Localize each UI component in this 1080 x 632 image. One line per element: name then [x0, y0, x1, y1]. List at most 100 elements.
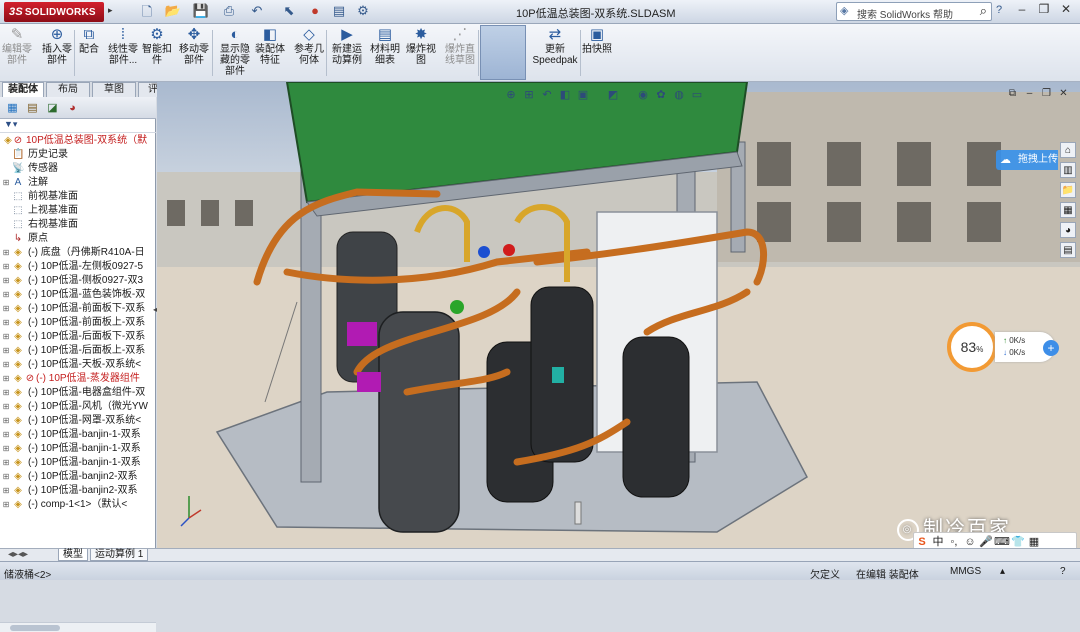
toolbox-icon[interactable]: ▦: [1026, 533, 1042, 548]
expand-icon[interactable]: ⊞: [2, 288, 10, 302]
cmd-speedpak-button[interactable]: ⇄ 更新Speedpak: [532, 26, 578, 80]
tree-item[interactable]: ⊞ ◈ (-) 10P低温-前面板下-双系: [0, 302, 156, 316]
tree-item[interactable]: ⬚ 右视基准面: [0, 218, 156, 232]
appearances-scenes-icon[interactable]: ◕: [1060, 222, 1076, 238]
net-widget-plus-icon[interactable]: +: [1043, 340, 1059, 356]
voice-icon[interactable]: 🎤: [978, 533, 994, 548]
scroll-thumb[interactable]: [10, 625, 60, 631]
expand-icon[interactable]: ⊞: [2, 302, 10, 316]
tree-item[interactable]: ⊞ ◈ (-) 10P低温-后面板下-双系: [0, 330, 156, 344]
print-icon[interactable]: ⎙: [216, 3, 242, 21]
property-manager-tab-icon[interactable]: ▤: [24, 100, 41, 116]
expand-icon[interactable]: ⊞: [2, 470, 10, 484]
cmd-assembly-feature-button[interactable]: ◧ 装配体特征: [254, 26, 286, 80]
tab-2[interactable]: 草图: [92, 82, 136, 97]
expand-icon[interactable]: ⊞: [2, 442, 10, 456]
restore-icon[interactable]: ❐: [1034, 2, 1054, 20]
sogou-logo-icon[interactable]: S: [914, 533, 930, 548]
help-search-input[interactable]: 搜索 SolidWorks 帮助: [857, 6, 953, 21]
expand-icon[interactable]: ⊞: [2, 316, 10, 330]
tree-item[interactable]: 📡 传感器: [0, 162, 156, 176]
hide-show-icon[interactable]: ◉: [634, 88, 652, 101]
punctuation-icon[interactable]: ◦,: [946, 533, 962, 548]
viewport-split-icon[interactable]: ⧉: [1004, 88, 1021, 99]
cmd-linear-pattern-button[interactable]: ⁞ 线性零部件...: [106, 26, 140, 80]
expand-icon[interactable]: ⊞: [2, 372, 10, 386]
feature-tree-tab-icon[interactable]: ▦: [4, 100, 21, 116]
help-icon[interactable]: ?: [996, 4, 1002, 16]
expand-icon[interactable]: ⊞: [2, 414, 10, 428]
file-properties-icon[interactable]: ▤: [326, 3, 352, 21]
expand-icon[interactable]: ⊞: [2, 484, 10, 498]
skin-icon[interactable]: 👕: [1010, 533, 1026, 548]
cmd-smart-fasteners-button[interactable]: ⚙ 智能扣件: [142, 26, 172, 80]
expand-icon[interactable]: ⊞: [2, 386, 10, 400]
new-document-icon[interactable]: 🗋: [134, 3, 160, 21]
tree-item[interactable]: ⊞ ◈ (-) 10P低温-banjin-1-双系: [0, 442, 156, 456]
expand-icon[interactable]: ⊞: [2, 344, 10, 358]
close-icon[interactable]: ✕: [1056, 2, 1076, 20]
search-icon[interactable]: ⌕: [980, 3, 987, 19]
tab-scroll-icon[interactable]: ◂▸◂▸: [4, 549, 32, 561]
cmd-bom-button[interactable]: ▤ 材料明细表: [370, 26, 400, 80]
filter-icon[interactable]: ▼▾: [4, 119, 17, 129]
tree-item[interactable]: ⊞ ◈ ⊘ (-) 10P低温-蒸发器组件: [0, 372, 156, 386]
help-status-icon[interactable]: ?: [1060, 566, 1066, 577]
solidworks-logo[interactable]: 3S SOLIDWORKS: [4, 2, 104, 22]
viewport-restore-icon[interactable]: ❐: [1038, 88, 1055, 99]
cmd-motion-study-button[interactable]: ▶ 新建运动算例: [328, 26, 366, 80]
solidworks-resources-icon[interactable]: ⌂: [1060, 142, 1076, 158]
expand-icon[interactable]: ⊞: [2, 246, 10, 260]
expand-icon[interactable]: ⊞: [2, 176, 10, 190]
view-orientation-icon[interactable]: ▣: [574, 88, 592, 101]
bottom-tab-0[interactable]: 模型: [58, 549, 88, 561]
zoom-area-icon[interactable]: ⊞: [520, 88, 538, 101]
tree-item[interactable]: ⬚ 上视基准面: [0, 204, 156, 218]
expand-icon[interactable]: ⊞: [2, 400, 10, 414]
graphics-area[interactable]: ⊕ ⊞ ↶ ◧ ▣ ◩ ◉ ✿ ◍ ▭ ⧉ – ❐ ✕ ⌂ ▥ 📁 ▦ ◕ ▤ ☁ 拖拽上传 83% ↑ …: [157, 82, 1080, 548]
status-units[interactable]: MMGS: [950, 566, 981, 577]
cloud-upload-widget[interactable]: ☁ 拖拽上传: [996, 150, 1058, 170]
expand-icon[interactable]: ⊞: [2, 274, 10, 288]
apply-scene-icon[interactable]: ◍: [670, 88, 688, 101]
tree-item[interactable]: 📋 历史记录: [0, 148, 156, 162]
emoji-icon[interactable]: ☺: [962, 533, 978, 548]
status-expand-icon[interactable]: ▴: [1000, 566, 1005, 577]
cmd-snapshot-button[interactable]: ▣ 拍快照: [582, 26, 612, 80]
cmd-explode-line-button[interactable]: ⋰ 爆炸直线草图: [442, 26, 478, 80]
tree-item[interactable]: ⊞ ◈ (-) 10P低温-后面板上-双系: [0, 344, 156, 358]
menu-expand-arrow-icon[interactable]: ▸: [108, 5, 113, 16]
tree-item[interactable]: ⊞ ◈ (-) 底盘（丹佛斯R410A-日: [0, 246, 156, 260]
tree-root-assembly[interactable]: ◈ ⊘ 10P低温总装图-双系统（默: [0, 134, 156, 148]
display-style-icon[interactable]: ◩: [604, 88, 622, 101]
cmd-edit-component-button[interactable]: ✎ 编辑零部件: [2, 26, 32, 80]
bottom-tab-1[interactable]: 运动算例 1: [90, 549, 149, 561]
tree-item[interactable]: ⊞ ◈ (-) 10P低温-banjin2-双系: [0, 484, 156, 498]
expand-icon[interactable]: ⊞: [2, 330, 10, 344]
cmd-insert-component-button[interactable]: ⊕ 插入零部件: [38, 26, 76, 80]
tree-item[interactable]: ⊞ A 注解: [0, 176, 156, 190]
cmd-reference-geometry-button[interactable]: ◇ 参考几何体: [292, 26, 326, 80]
tree-filter[interactable]: ▼▾: [0, 119, 156, 133]
tree-item[interactable]: ↳ 原点: [0, 232, 156, 246]
section-view-icon[interactable]: ◧: [556, 88, 574, 101]
expand-icon[interactable]: ⊞: [2, 428, 10, 442]
file-explorer-icon[interactable]: 📁: [1060, 182, 1076, 198]
tree-item[interactable]: ⊞ ◈ (-) 10P低温-banjin-1-双系: [0, 456, 156, 470]
tree-item[interactable]: ⊞ ◈ (-) 10P低温-天板-双系统<: [0, 358, 156, 372]
rebuild-traffic-light-icon[interactable]: ●: [302, 3, 328, 21]
tree-item[interactable]: ⊞ ◈ (-) 10P低温-电器盒组件-双: [0, 386, 156, 400]
tab-1[interactable]: 布局: [46, 82, 90, 97]
undo-icon[interactable]: ↶: [244, 3, 270, 21]
tree-item[interactable]: ⊞ ◈ (-) 10P低温-前面板上-双系: [0, 316, 156, 330]
select-cursor-icon[interactable]: ⬉: [276, 3, 302, 21]
minimize-icon[interactable]: –: [1012, 2, 1032, 20]
custom-properties-icon[interactable]: ▤: [1060, 242, 1076, 258]
tree-horizontal-scrollbar[interactable]: [0, 622, 156, 632]
tree-item[interactable]: ⊞ ◈ (-) 10P低温-侧板0927-双3: [0, 274, 156, 288]
cmd-move-component-button[interactable]: ✥ 移动零部件: [176, 26, 212, 80]
expand-icon[interactable]: ⊞: [2, 358, 10, 372]
expand-icon[interactable]: ⊞: [2, 456, 10, 470]
tree-item[interactable]: ⊞ ◈ (-) comp-1<1>（默认<: [0, 498, 156, 512]
tree-item[interactable]: ⊞ ◈ (-) 10P低温-左侧板0927-5: [0, 260, 156, 274]
